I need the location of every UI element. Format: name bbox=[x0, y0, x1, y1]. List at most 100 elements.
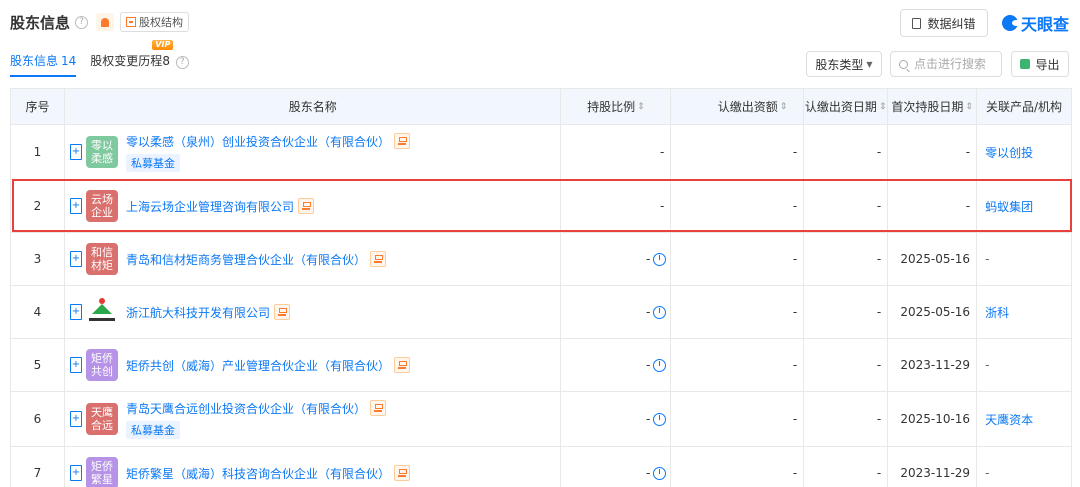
amount-value: - bbox=[792, 305, 798, 319]
equity-structure-icon[interactable] bbox=[273, 304, 290, 320]
related-link[interactable]: 零以创投 bbox=[985, 144, 1033, 161]
expand-icon[interactable]: + bbox=[69, 144, 82, 160]
ratio-cell: - bbox=[561, 392, 672, 446]
shareholder-type-label: 股东类型 bbox=[815, 57, 864, 72]
amount-value: - bbox=[792, 412, 798, 426]
first-date-value: 2025-05-16 bbox=[900, 252, 971, 266]
subscribe-date-cell: - bbox=[804, 180, 889, 232]
company-avatar[interactable]: 和信材矩 bbox=[85, 243, 118, 275]
shareholder-namebox: 浙江航大科技开发有限公司 bbox=[126, 304, 290, 321]
data-correction-label: 数据纠错 bbox=[927, 16, 976, 31]
company-avatar[interactable]: 云场企业 bbox=[85, 190, 118, 222]
company-avatar[interactable]: 矩侨共创 bbox=[85, 349, 118, 381]
table-row: 3 + 和信材矩 青岛和信材矩商务管理合伙企业（有限合伙） - - - 2025… bbox=[11, 233, 1072, 286]
equity-structure-icon[interactable] bbox=[393, 465, 410, 481]
shareholder-namebox: 青岛天鹰合远创业投资合伙企业（有限合伙） 私募基金 bbox=[125, 400, 386, 439]
row-index: 6 bbox=[11, 392, 65, 446]
equity-structure-button[interactable]: 股权结构 bbox=[120, 12, 190, 32]
data-correction-button[interactable]: 数据纠错 bbox=[900, 9, 988, 37]
equity-structure-icon[interactable] bbox=[297, 198, 314, 214]
equity-structure-icon[interactable] bbox=[393, 357, 410, 373]
amount-cell: - bbox=[671, 286, 805, 338]
subscribe-date-cell: - bbox=[804, 125, 889, 179]
column-header-subscribe-date[interactable]: 认缴出资日期 ⇕ bbox=[804, 89, 889, 124]
shareholder-nameline: 青岛天鹰合远创业投资合伙企业（有限合伙） bbox=[126, 400, 386, 417]
related-cell: 零以创投 bbox=[977, 125, 1073, 179]
column-header-first-date[interactable]: 首次持股日期 ⇕ bbox=[888, 89, 978, 124]
amount-value: - bbox=[792, 145, 798, 159]
expand-icon[interactable]: + bbox=[69, 251, 82, 267]
ratio-cell: - bbox=[561, 233, 672, 285]
column-header-name: 股东名称 bbox=[64, 89, 562, 124]
expand-icon[interactable]: + bbox=[69, 198, 82, 214]
pie-chart-icon[interactable] bbox=[653, 466, 667, 480]
shareholder-name-link[interactable]: 上海云场企业管理咨询有限公司 bbox=[126, 198, 294, 215]
expand-icon[interactable]: + bbox=[69, 411, 82, 427]
shareholder-name-cell: + 天鹰合远 青岛天鹰合远创业投资合伙企业（有限合伙） 私募基金 bbox=[65, 392, 562, 446]
related-link[interactable]: 天鹰资本 bbox=[985, 411, 1033, 428]
pie-chart-icon[interactable] bbox=[653, 305, 667, 319]
column-header-amount[interactable]: 认缴出资额 ⇕ bbox=[671, 89, 805, 124]
amount-cell: - bbox=[671, 180, 805, 232]
row-index: 1 bbox=[11, 125, 65, 179]
pie-chart-icon[interactable] bbox=[653, 252, 667, 266]
shareholder-name-link[interactable]: 浙江航大科技开发有限公司 bbox=[126, 304, 270, 321]
tianyancha-logo[interactable]: 天眼查 bbox=[1002, 11, 1069, 35]
bell-icon[interactable] bbox=[96, 13, 115, 31]
pie-chart-icon[interactable] bbox=[653, 358, 667, 372]
column-header-ratio[interactable]: 持股比例 ⇕ bbox=[561, 89, 672, 124]
shareholder-type-select[interactable]: 股东类型 ▼ bbox=[806, 51, 882, 77]
expand-icon[interactable]: + bbox=[69, 304, 82, 320]
help-icon[interactable]: ? bbox=[75, 15, 89, 29]
related-cell: 蚂蚁集团 bbox=[977, 180, 1073, 232]
sort-icon: ⇕ bbox=[637, 101, 645, 112]
company-logo-avatar[interactable] bbox=[85, 296, 118, 328]
private-fund-tag[interactable]: 私募基金 bbox=[125, 153, 180, 172]
shareholder-name-cell: + 矩侨共创 矩侨共创（威海）产业管理合伙企业（有限合伙） bbox=[65, 339, 562, 391]
search-box bbox=[890, 51, 1002, 77]
expand-icon[interactable]: + bbox=[69, 465, 82, 481]
help-icon[interactable]: ? bbox=[175, 56, 189, 69]
row-index-text: 7 bbox=[33, 466, 42, 480]
shareholder-name-cell: + 浙江航大科技开发有限公司 bbox=[65, 286, 562, 338]
ratio-value: - bbox=[660, 145, 665, 159]
tab-count: 8 bbox=[162, 54, 170, 68]
caret-down-icon: ▼ bbox=[866, 59, 873, 69]
row-index-text: 2 bbox=[33, 199, 42, 213]
tab-label: 股东信息 bbox=[10, 54, 59, 68]
search-input[interactable] bbox=[914, 57, 998, 71]
tab-shareholders[interactable]: 股东信息 14 bbox=[10, 52, 77, 77]
first-date-cell: 2025-10-16 bbox=[888, 392, 978, 446]
row-index: 4 bbox=[11, 286, 65, 338]
company-avatar[interactable]: 零以柔感 bbox=[85, 136, 118, 168]
related-link[interactable]: 浙科 bbox=[985, 304, 1009, 321]
related-link: - bbox=[985, 252, 990, 266]
expand-icon[interactable]: + bbox=[69, 357, 82, 373]
shareholder-name-link[interactable]: 零以柔感（泉州）创业投资合伙企业（有限合伙） bbox=[126, 133, 390, 150]
row-index-text: 6 bbox=[33, 412, 42, 426]
equity-structure-icon[interactable] bbox=[369, 251, 386, 267]
shareholder-name-link[interactable]: 矩侨共创（威海）产业管理合伙企业（有限合伙） bbox=[126, 357, 390, 374]
company-avatar[interactable]: 矩侨繁星 bbox=[85, 457, 118, 487]
tab-equity-history[interactable]: VIP 股权变更历程8 ? bbox=[90, 40, 189, 77]
amount-cell: - bbox=[671, 233, 805, 285]
row-index-text: 5 bbox=[33, 358, 42, 372]
shareholder-name-link[interactable]: 青岛天鹰合远创业投资合伙企业（有限合伙） bbox=[126, 400, 366, 417]
shareholder-namebox: 零以柔感（泉州）创业投资合伙企业（有限合伙） 私募基金 bbox=[125, 133, 410, 172]
subscribe-date-cell: - bbox=[804, 392, 889, 446]
related-link[interactable]: 蚂蚁集团 bbox=[985, 198, 1033, 215]
equity-structure-icon[interactable] bbox=[393, 133, 410, 149]
company-avatar[interactable]: 天鹰合远 bbox=[85, 403, 118, 435]
pie-chart-icon[interactable] bbox=[653, 412, 667, 426]
private-fund-tag[interactable]: 私募基金 bbox=[125, 420, 180, 439]
column-header-label: 持股比例 bbox=[587, 100, 636, 114]
export-label: 导出 bbox=[1035, 57, 1060, 72]
ratio-value: - bbox=[646, 305, 651, 319]
column-header-label: 首次持股日期 bbox=[891, 100, 964, 114]
first-date-value: 2025-05-16 bbox=[900, 305, 971, 319]
first-date-cell: 2023-11-29 bbox=[888, 447, 978, 487]
shareholder-name-link[interactable]: 矩侨繁星（威海）科技咨询合伙企业（有限合伙） bbox=[126, 465, 390, 482]
shareholder-name-link[interactable]: 青岛和信材矩商务管理合伙企业（有限合伙） bbox=[126, 251, 366, 268]
export-button[interactable]: 导出 bbox=[1011, 51, 1069, 77]
equity-structure-icon[interactable] bbox=[369, 400, 386, 416]
